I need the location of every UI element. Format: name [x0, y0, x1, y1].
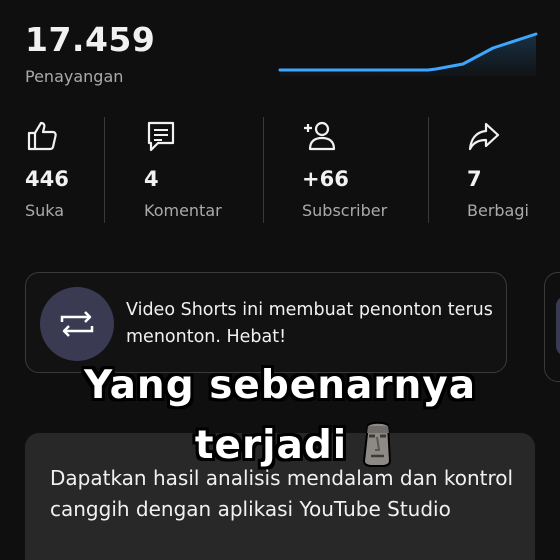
next-insight-icon [556, 296, 560, 356]
divider [104, 117, 105, 223]
views-label: Penayangan [25, 67, 124, 86]
shares-label: Berbagi [467, 201, 529, 220]
share-icon [468, 122, 500, 151]
comments-label: Komentar [144, 201, 222, 220]
caption-line-2: terjadi [194, 423, 348, 468]
thumbs-up-icon [27, 121, 57, 151]
subscribers-count: +66 [302, 167, 349, 191]
engagement-stats: 446 Suka 4 Komentar +66 Subscriber 7 Ber… [0, 115, 560, 225]
caption-line-2-wrap: terjadi [0, 416, 560, 476]
divider [428, 117, 429, 223]
comment-icon [147, 121, 175, 152]
likes-label: Suka [25, 201, 65, 220]
subscribers-label: Subscriber [302, 201, 388, 220]
comments-count: 4 [144, 167, 159, 191]
views-trend-sparkline [278, 32, 538, 76]
caption-line-1: Yang sebenarnya [83, 363, 477, 408]
add-person-icon [304, 121, 336, 151]
overlay-caption: Yang sebenarnya terjadi [0, 356, 560, 476]
repeat-icon [60, 311, 94, 337]
moai-emoji-icon [363, 421, 392, 467]
insight-icon-circle [40, 287, 114, 361]
shares-count: 7 [467, 167, 482, 191]
divider [263, 117, 264, 223]
insight-text: Video Shorts ini membuat penonton terus … [126, 300, 493, 347]
views-count: 17.459 [25, 20, 156, 59]
likes-count: 446 [25, 167, 69, 191]
